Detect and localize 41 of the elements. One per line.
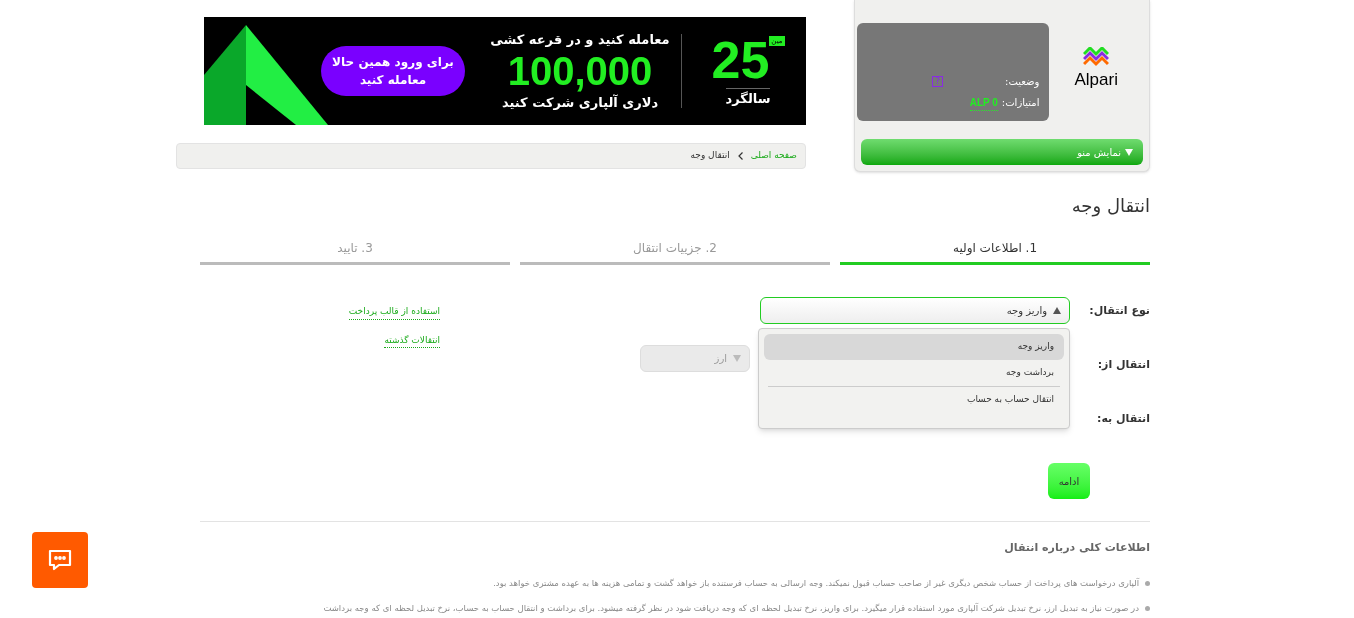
bullet-icon [1145, 605, 1150, 611]
banner-amount: 100,000 [507, 49, 653, 93]
dropdown-option[interactable]: برداشت وجه [764, 360, 1064, 386]
logo-icon [1083, 46, 1110, 67]
text-link[interactable]: استفاده از قالب پرداخت [348, 305, 440, 320]
banner-subline: دلاری آلپاری شرکت کنید [501, 93, 659, 112]
page-title: انتقال وجه [1070, 194, 1150, 219]
caret-icon [1125, 148, 1133, 156]
logo-text: Alpari [1074, 68, 1118, 91]
select-value: واریز وجه [1006, 304, 1047, 318]
info-paragraph: در صورت نیاز به تبدیل ارز، نرخ تبدیل شرکت آلپاری مورد استفاده قرار میگیرد. برای واریز، نرخ تبدیل لحظه ای که وجه دریافت شود در نظر گرفته میشود. برای برداشت و انتقال حساب به حساب، نرخ تبدیل لحظه ای که وجه برداشت [323, 601, 1139, 615]
text-link[interactable]: انتقالات گذشته [384, 333, 440, 348]
info-paragraph: آلپاری درخواست های پرداخت از حساب شخص دیگری غیر از صاحب حساب قبول نمیکند. وجه ارسالی به حساب فرستنده باز خواهد گشت و تمامی هزینه ها به عهده مشتری خواهد بود. [493, 576, 1139, 590]
bullet-icon [1145, 580, 1150, 586]
chat-button[interactable] [32, 532, 88, 588]
dropdown-option[interactable]: انتقال حساب به حساب [764, 387, 1064, 413]
field-label: انتقال از: [1096, 357, 1150, 373]
chat-icon [47, 548, 73, 572]
select-field[interactable]: واریز وجه [760, 297, 1070, 324]
anniversary-label: سالگرد [725, 87, 771, 109]
step-tab[interactable]: 3. تایید [200, 239, 510, 265]
points-label: امتیازات: [1001, 95, 1040, 110]
caret-icon [733, 355, 741, 362]
banner-headline: معامله کنید و در قرعه کشی [490, 30, 670, 49]
breadcrumb-current: انتقال وجه [690, 149, 730, 163]
caret-icon [1053, 307, 1061, 314]
menu-button[interactable]: نمایش منو [861, 139, 1143, 165]
chevron-icon [737, 152, 743, 160]
dropdown-option[interactable]: واریز وجه [764, 334, 1064, 360]
step-tab[interactable]: 2. جزییات انتقال [520, 239, 830, 265]
step-tab[interactable]: 1. اطلاعات اولیه [840, 239, 1150, 265]
breadcrumb-link[interactable]: صفحه اصلی [750, 149, 797, 163]
select-value: ارز [714, 352, 727, 366]
anniversary-number: 25 [711, 33, 770, 86]
cta-pill[interactable]: برای ورود همین حالا معامله کنید [321, 46, 465, 96]
status-label: وضعیت: [1005, 74, 1040, 89]
points-link[interactable]: ALP 0 [969, 94, 998, 111]
field-label: نوع انتقال: [1088, 303, 1150, 319]
field-label: انتقال به: [1096, 411, 1150, 427]
section-title: اطلاعات کلی درباره انتقال [1003, 540, 1150, 556]
continue-button[interactable]: ادامه [1048, 463, 1090, 499]
